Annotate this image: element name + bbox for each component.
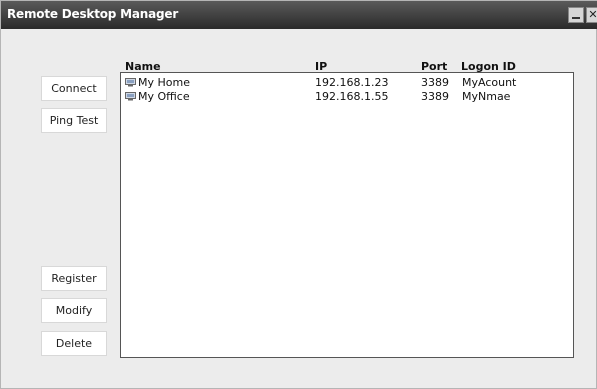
- row-logon-id: MyAcount: [462, 76, 517, 89]
- row-port: 3389: [421, 76, 449, 89]
- ping-test-button[interactable]: Ping Test: [41, 108, 107, 133]
- row-ip: 192.168.1.23: [315, 76, 389, 89]
- list-item[interactable]: My Home 192.168.1.23 3389 MyAcount: [121, 76, 573, 90]
- close-icon[interactable]: ✕: [586, 7, 597, 23]
- minimize-icon[interactable]: [568, 7, 584, 23]
- row-name: My Home: [138, 76, 190, 89]
- delete-button[interactable]: Delete: [41, 331, 107, 356]
- window-title: Remote Desktop Manager: [7, 7, 179, 21]
- computer-icon: [125, 78, 136, 87]
- modify-button[interactable]: Modify: [41, 298, 107, 323]
- connect-button[interactable]: Connect: [41, 76, 107, 101]
- row-port: 3389: [421, 90, 449, 103]
- register-button[interactable]: Register: [41, 266, 107, 291]
- row-name: My Office: [138, 90, 190, 103]
- row-ip: 192.168.1.55: [315, 90, 389, 103]
- computer-icon: [125, 92, 136, 101]
- row-logon-id: MyNmae: [462, 90, 511, 103]
- app-window: Remote Desktop Manager ✕ Connect Ping Te…: [0, 0, 597, 389]
- connection-list[interactable]: My Home 192.168.1.23 3389 MyAcount My Of…: [120, 72, 574, 358]
- list-item[interactable]: My Office 192.168.1.55 3389 MyNmae: [121, 90, 573, 104]
- title-bar[interactable]: Remote Desktop Manager ✕: [1, 1, 597, 29]
